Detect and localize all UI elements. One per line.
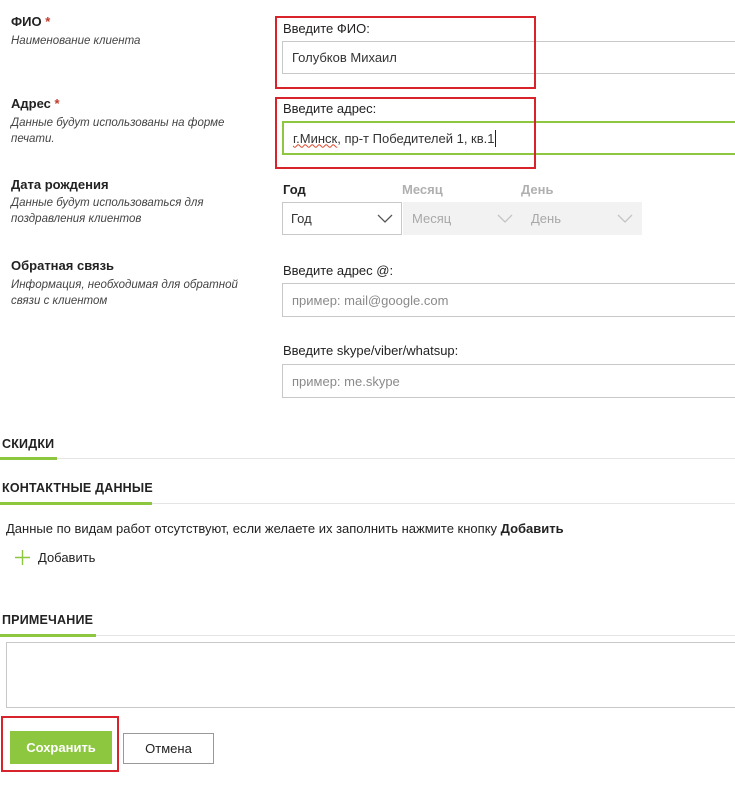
feedback-hint: Информация, необходимая для обратной свя… <box>11 277 238 309</box>
address-label: Адрес * <box>11 96 60 111</box>
section-divider <box>0 635 735 636</box>
birthday-label: Дата рождения <box>11 177 109 192</box>
add-contact-label: Добавить <box>38 550 96 565</box>
fio-input[interactable] <box>282 41 735 74</box>
birthday-hint-line: поздравления клиентов <box>11 213 142 225</box>
discounts-tab[interactable]: СКИДКИ <box>2 437 54 451</box>
chevron-down-icon <box>377 214 393 223</box>
email-caption: Введите адрес @: <box>283 263 394 278</box>
section-accent-bar <box>0 457 57 460</box>
messenger-input[interactable] <box>282 364 735 398</box>
messenger-caption: Введите skype/viber/whatsup: <box>283 343 459 358</box>
section-accent-bar <box>0 502 152 505</box>
contacts-empty-message: Данные по видам работ отсутствуют, если … <box>6 521 564 536</box>
fio-label-text: ФИО <box>11 14 42 29</box>
feedback-label: Обратная связь <box>11 258 115 273</box>
text-cursor <box>495 129 497 147</box>
email-input[interactable] <box>282 283 735 317</box>
contacts-tab[interactable]: КОНТАКТНЫЕ ДАННЫЕ <box>2 481 153 495</box>
required-mark: * <box>45 14 51 29</box>
contacts-empty-button-ref: Добавить <box>500 521 564 536</box>
address-input[interactable]: г.Минск, пр-т Победителей 1, кв.1 <box>282 121 735 155</box>
address-value-rest: , пр-т Победителей 1, кв.1 <box>337 130 495 146</box>
chevron-down-icon <box>497 214 513 223</box>
address-hint-line: Данные будут использованы на форме <box>11 117 225 129</box>
year-select-value: Год <box>291 211 312 226</box>
note-textarea[interactable] <box>6 642 735 708</box>
address-hint: Данные будут использованы на форме печат… <box>11 115 224 147</box>
fio-label: ФИО * <box>11 14 50 29</box>
fio-caption: Введите ФИО: <box>283 21 370 36</box>
save-button[interactable]: Сохранить <box>10 731 112 764</box>
address-value-city: г.Минск <box>293 130 338 146</box>
day-caption: День <box>521 182 554 197</box>
contacts-empty-text: Данные по видам работ отсутствуют, если … <box>6 521 498 536</box>
fio-hint: Наименование клиента <box>11 35 141 47</box>
note-tab[interactable]: ПРИМЕЧАНИЕ <box>2 613 93 627</box>
section-accent-bar <box>0 634 96 637</box>
plus-icon <box>15 550 30 565</box>
chevron-down-icon <box>617 214 633 223</box>
feedback-hint-line: Информация, необходимая для обратной <box>11 279 238 291</box>
address-label-text: Адрес <box>11 96 51 111</box>
birthday-hint: Данные будут использоваться для поздравл… <box>11 195 204 227</box>
month-select[interactable]: Месяц <box>403 202 522 235</box>
feedback-hint-line: связи с клиентом <box>11 295 108 307</box>
year-select[interactable]: Год <box>282 202 402 235</box>
month-caption: Месяц <box>402 182 443 197</box>
cancel-button[interactable]: Отмена <box>123 733 214 764</box>
address-hint-line: печати. <box>11 133 55 145</box>
day-select[interactable]: День <box>522 202 642 235</box>
month-select-value: Месяц <box>412 211 452 226</box>
address-caption: Введите адрес: <box>283 101 377 116</box>
required-mark: * <box>54 96 60 111</box>
add-contact-button[interactable]: Добавить <box>14 549 95 566</box>
birthday-hint-line: Данные будут использоваться для <box>11 197 204 209</box>
year-caption: Год <box>283 182 306 197</box>
section-divider <box>0 458 735 459</box>
day-select-value: День <box>531 211 561 226</box>
